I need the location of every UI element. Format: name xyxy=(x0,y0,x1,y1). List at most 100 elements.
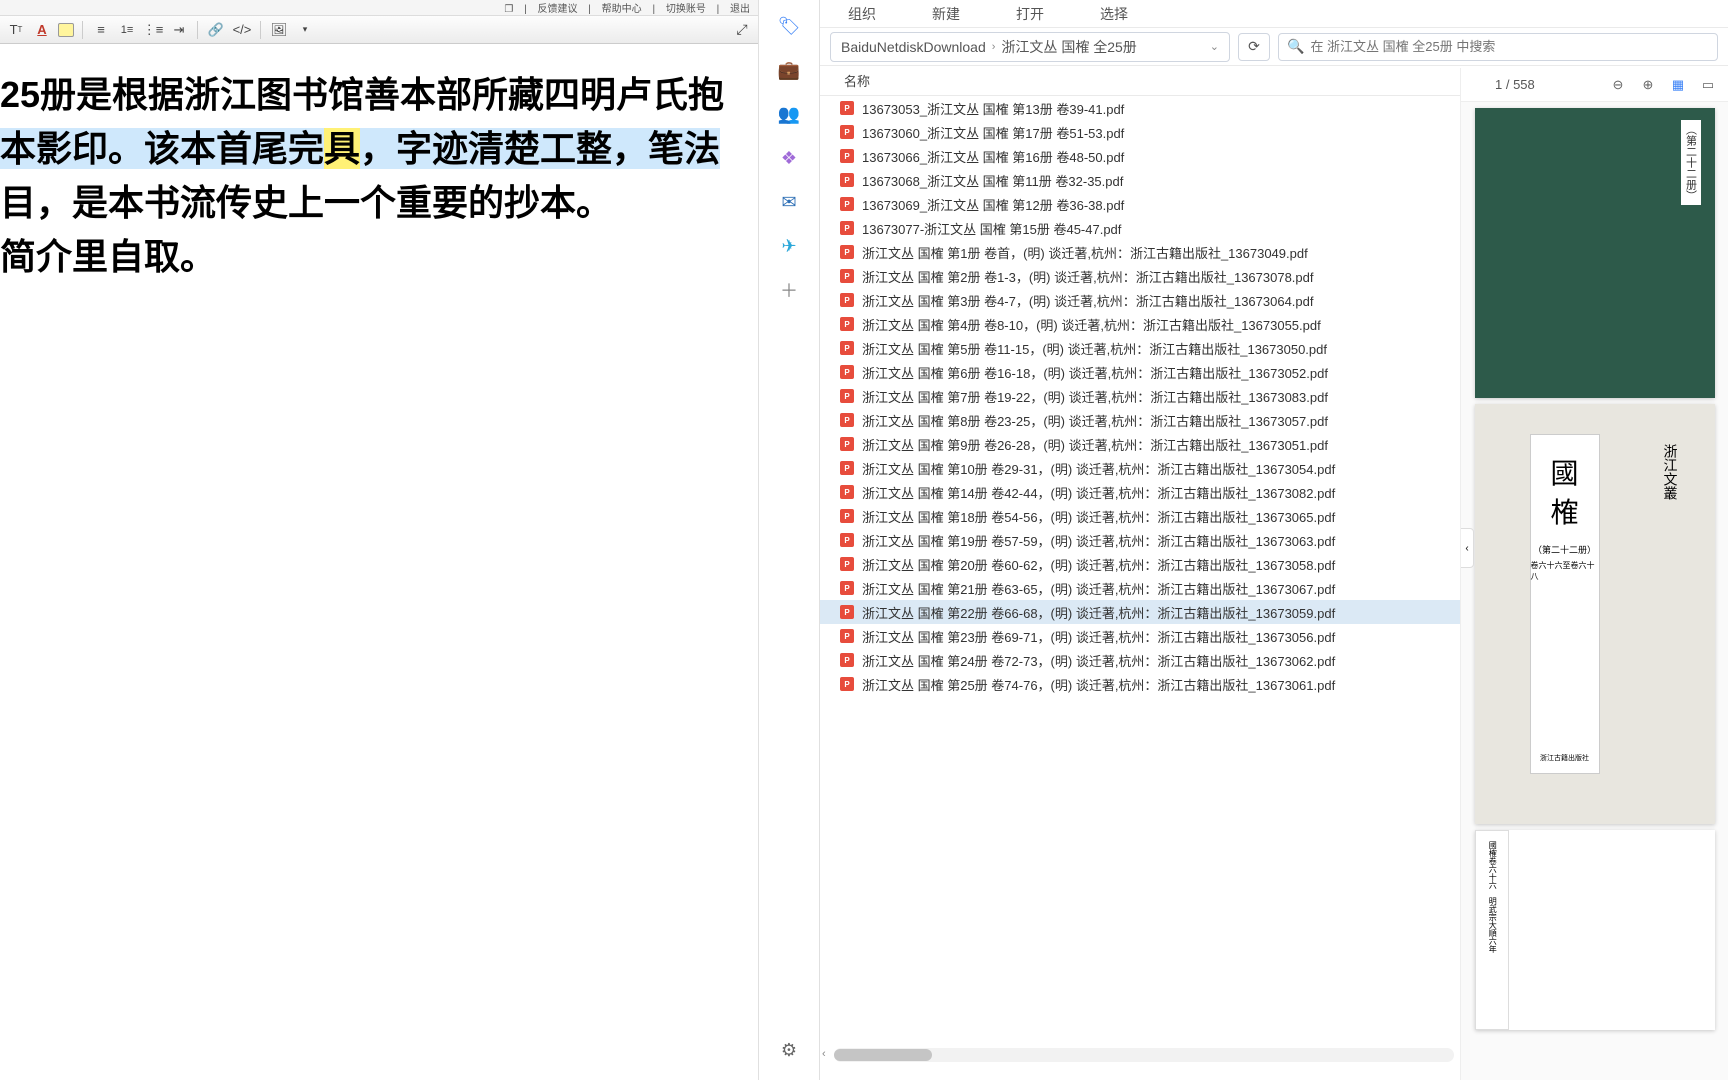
cover-publisher: 浙江古籍出版社 xyxy=(1540,753,1589,763)
file-row[interactable]: P13673060_浙江文丛 国榷 第17册 卷51-53.pdf xyxy=(820,120,1460,144)
text-line-1: 25册是根据浙江图书馆善本部所藏四明卢氏抱 xyxy=(0,74,724,115)
cover-juan-range: 卷六十六至卷六十八 xyxy=(1531,560,1599,582)
file-list[interactable]: P13673053_浙江文丛 国榷 第13册 卷39-41.pdfP136730… xyxy=(820,96,1460,1040)
cover-title-box: 國 榷 （第二十二册） 卷六十六至卷六十八 浙江古籍出版社 xyxy=(1530,434,1600,774)
code-icon[interactable]: </> xyxy=(232,20,252,40)
preview-page-2[interactable]: 浙江文叢 國 榷 （第二十二册） 卷六十六至卷六十八 浙江古籍出版社 xyxy=(1475,404,1715,824)
breadcrumb[interactable]: BaiduNetdiskDownload › 浙江文丛 国榷 全25册 ⌄ xyxy=(830,32,1230,62)
file-row[interactable]: P13673066_浙江文丛 国榷 第16册 卷48-50.pdf xyxy=(820,144,1460,168)
text-color-icon[interactable]: A xyxy=(32,20,52,40)
file-row[interactable]: P13673069_浙江文丛 国榷 第12册 卷36-38.pdf xyxy=(820,192,1460,216)
zoom-out-icon[interactable]: ⊖ xyxy=(1608,75,1628,95)
tab-open[interactable]: 打开 xyxy=(988,0,1072,27)
breadcrumb-root[interactable]: BaiduNetdiskDownload xyxy=(841,39,986,55)
file-row[interactable]: P浙江文丛 国榷 第23册 卷69-71，(明) 谈迁著,杭州：浙江古籍出版社_… xyxy=(820,624,1460,648)
menu-help[interactable]: 帮助中心 xyxy=(602,4,642,15)
image-icon[interactable]: 🖼 xyxy=(269,20,289,40)
pdf-icon: P xyxy=(840,221,854,235)
copilot-icon[interactable]: ❖ xyxy=(777,146,801,170)
editor-toolbar: TT A ≡ 1≡ ⋮≡ ⇥ 🔗 </> 🖼 ▾ ⤢ xyxy=(0,16,758,44)
file-name: 浙江文丛 国榷 第21册 卷63-65，(明) 谈迁著,杭州：浙江古籍出版社_1… xyxy=(862,579,1335,598)
grid-view-icon[interactable]: ▦ xyxy=(1668,75,1688,95)
list-ordered-icon[interactable]: 1≡ xyxy=(117,20,137,40)
briefcase-icon[interactable]: 💼 xyxy=(777,58,801,82)
pdf-icon: P xyxy=(840,533,854,547)
file-row[interactable]: P 浙江文丛 国榷 第19册 卷57-59，(明) 谈迁著,杭州：浙江古籍出版社_… xyxy=(820,528,1460,552)
breadcrumb-row: BaiduNetdiskDownload › 浙江文丛 国榷 全25册 ⌄ ⟳ … xyxy=(820,28,1728,66)
collapse-icon[interactable]: ⤢ xyxy=(732,20,752,40)
tag-icon[interactable]: 🏷 xyxy=(777,14,801,38)
tab-new[interactable]: 新建 xyxy=(904,0,988,27)
search-input[interactable] xyxy=(1310,39,1709,54)
file-row[interactable]: P浙江文丛 国榷 第18册 卷54-56，(明) 谈迁著,杭州：浙江古籍出版社_… xyxy=(820,504,1460,528)
file-row[interactable]: P浙江文丛 国榷 第1册 卷首，(明) 谈迁著,杭州：浙江古籍出版社_13673… xyxy=(820,240,1460,264)
breadcrumb-folder[interactable]: 浙江文丛 国榷 全25册 xyxy=(1001,37,1136,57)
pdf-icon: P xyxy=(840,605,854,619)
menu-exit[interactable]: 退出 xyxy=(730,4,750,15)
file-row[interactable]: P浙江文丛 国榷 第25册 卷74-76，(明) 谈迁著,杭州：浙江古籍出版社_… xyxy=(820,672,1460,696)
people-icon[interactable]: 👥 xyxy=(777,102,801,126)
file-row[interactable]: P浙江文丛 国榷 第9册 卷26-28，(明) 谈迁著,杭州：浙江古籍出版社_1… xyxy=(820,432,1460,456)
file-row[interactable]: P浙江文丛 国榷 第20册 卷60-62，(明) 谈迁著,杭州：浙江古籍出版社_… xyxy=(820,552,1460,576)
list-bullet-icon[interactable]: ⋮≡ xyxy=(143,20,163,40)
preview-text-content: 國榷卷六十六 明武宗大順六年 xyxy=(1475,830,1510,1030)
menu-switch[interactable]: 切换账号 xyxy=(666,4,706,15)
file-row[interactable]: P浙江文丛 国榷 第21册 卷63-65，(明) 谈迁著,杭州：浙江古籍出版社_… xyxy=(820,576,1460,600)
file-row[interactable]: P浙江文丛 国榷 第7册 卷19-22，(明) 谈迁著,杭州：浙江古籍出版社_1… xyxy=(820,384,1460,408)
file-name: 浙江文丛 国榷 第19册 卷57-59，(明) 谈迁著,杭州：浙江古籍出版社_1… xyxy=(862,531,1335,550)
file-row[interactable]: P浙江文丛 国榷 第6册 卷16-18，(明) 谈迁著,杭州：浙江古籍出版社_1… xyxy=(820,360,1460,384)
file-row[interactable]: P浙江文丛 国榷 第22册 卷66-68，(明) 谈迁著,杭州：浙江古籍出版社_… xyxy=(820,600,1460,624)
tab-organize[interactable]: 组织 xyxy=(820,0,904,27)
refresh-button[interactable]: ⟳ xyxy=(1238,33,1270,61)
file-name: 浙江文丛 国榷 第8册 卷23-25，(明) 谈迁著,杭州：浙江古籍出版社_13… xyxy=(862,411,1328,430)
file-row[interactable]: P浙江文丛 国榷 第3册 卷4-7，(明) 谈迁著,杭州：浙江古籍出版社_136… xyxy=(820,288,1460,312)
preview-page-3[interactable]: 國榷卷六十六 明武宗大順六年 xyxy=(1475,830,1715,1030)
preview-scroll[interactable]: （第二十二册） 浙江文叢 國 榷 （第二十二册） 卷六十六至卷六十八 浙江古籍出… xyxy=(1461,102,1728,1080)
file-name: 浙江文丛 国榷 第23册 卷69-71，(明) 谈迁著,杭州：浙江古籍出版社_1… xyxy=(862,627,1335,646)
text-line-2a: 本影印。该本首尾完 xyxy=(0,128,324,169)
text-line-3: 目，是本书流传史上一个重要的抄本。 xyxy=(0,182,612,223)
file-row[interactable]: P浙江文丛 国榷 第5册 卷11-15，(明) 谈迁著,杭州：浙江古籍出版社_1… xyxy=(820,336,1460,360)
file-row[interactable]: P13673053_浙江文丛 国榷 第13册 卷39-41.pdf xyxy=(820,96,1460,120)
pdf-icon: P xyxy=(840,677,854,691)
telegram-icon[interactable]: ✈ xyxy=(777,234,801,258)
text-format-icon[interactable]: TT xyxy=(6,20,26,40)
pdf-icon: P xyxy=(840,437,854,451)
pdf-icon: P xyxy=(840,149,854,163)
zoom-in-icon[interactable]: ⊕ xyxy=(1638,75,1658,95)
file-row[interactable]: P浙江文丛 国榷 第8册 卷23-25，(明) 谈迁著,杭州：浙江古籍出版社_1… xyxy=(820,408,1460,432)
pdf-icon: P xyxy=(840,365,854,379)
collapse-preview-button[interactable]: ‹ xyxy=(1460,528,1474,568)
scrollbar-thumb[interactable] xyxy=(834,1049,932,1061)
file-row[interactable]: P浙江文丛 国榷 第24册 卷72-73，(明) 谈迁著,杭州：浙江古籍出版社_… xyxy=(820,648,1460,672)
file-row[interactable]: P浙江文丛 国榷 第2册 卷1-3，(明) 谈迁著,杭州：浙江古籍出版社_136… xyxy=(820,264,1460,288)
pdf-icon: P xyxy=(840,197,854,211)
search-box[interactable]: 🔍 xyxy=(1278,33,1718,61)
file-name: 13673077-浙江文丛 国榷 第15册 卷45-47.pdf xyxy=(862,219,1121,238)
editor-content[interactable]: 25册是根据浙江图书馆善本部所藏四明卢氏抱 本影印。该本首尾完具，字迹清楚工整，… xyxy=(0,44,758,284)
horizontal-scrollbar[interactable]: ‹ › xyxy=(834,1048,1454,1062)
add-icon[interactable]: ＋ xyxy=(777,278,801,302)
single-view-icon[interactable]: ▭ xyxy=(1698,75,1718,95)
link-icon[interactable]: 🔗 xyxy=(206,20,226,40)
menu-feedback[interactable]: 反馈建议 xyxy=(537,4,577,15)
align-left-icon[interactable]: ≡ xyxy=(91,20,111,40)
scroll-left-arrow[interactable]: ‹ xyxy=(822,1048,826,1060)
settings-icon[interactable]: ⚙ xyxy=(777,1038,801,1062)
file-row[interactable]: P 13673077-浙江文丛 国榷 第15册 卷45-47.pdf xyxy=(820,216,1460,240)
indent-icon[interactable]: ⇥ xyxy=(169,20,189,40)
chevron-down-icon[interactable]: ⌄ xyxy=(1210,40,1219,53)
highlight-icon[interactable] xyxy=(58,23,74,37)
file-row[interactable]: P13673068_浙江文丛 国榷 第11册 卷32-35.pdf xyxy=(820,168,1460,192)
dropdown-chevron-icon[interactable]: ▾ xyxy=(295,20,315,40)
square-icon[interactable]: ❐ xyxy=(504,4,513,15)
file-row[interactable]: P浙江文丛 国榷 第4册 卷8-10，(明) 谈迁著,杭州：浙江古籍出版社_13… xyxy=(820,312,1460,336)
pdf-icon: P xyxy=(840,389,854,403)
preview-pane: 1 / 558 ⊖ ⊕ ▦ ▭ ‹ （第二十二册） 浙江文叢 國 榷 （第二十二… xyxy=(1460,68,1728,1080)
outlook-icon[interactable]: ✉ xyxy=(777,190,801,214)
file-row[interactable]: P浙江文丛 国榷 第14册 卷42-44，(明) 谈迁著,杭州：浙江古籍出版社_… xyxy=(820,480,1460,504)
page-counter: 1 / 558 xyxy=(1495,77,1535,92)
preview-page-1[interactable]: （第二十二册） xyxy=(1475,108,1715,398)
file-row[interactable]: P浙江文丛 国榷 第10册 卷29-31，(明) 谈迁著,杭州：浙江古籍出版社_… xyxy=(820,456,1460,480)
tab-select[interactable]: 选择 xyxy=(1072,0,1156,27)
